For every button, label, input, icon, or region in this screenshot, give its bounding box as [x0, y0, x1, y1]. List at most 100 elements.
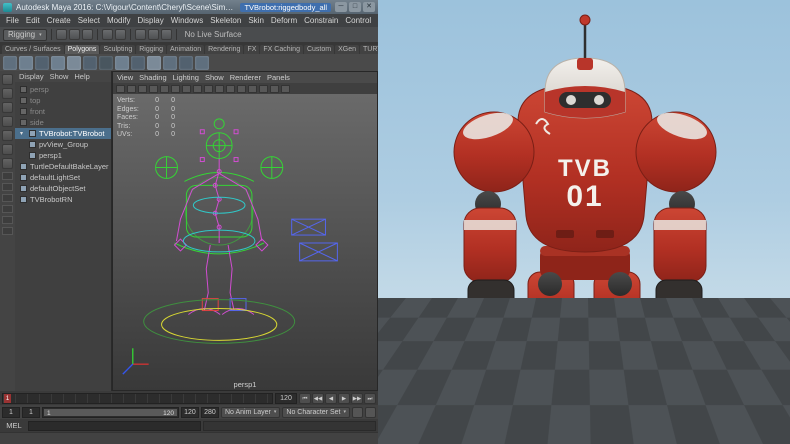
outliner-item-top[interactable]: top: [15, 95, 111, 106]
shelf-tab-fx[interactable]: FX: [244, 45, 259, 54]
tool-select-icon[interactable]: [2, 74, 13, 85]
field-chart-icon[interactable]: [193, 85, 202, 93]
bookmark-icon[interactable]: [127, 85, 136, 93]
menu-display[interactable]: Display: [138, 16, 164, 25]
tool-last-used-icon[interactable]: [2, 158, 13, 169]
auto-keyframe-icon[interactable]: [352, 407, 363, 418]
shelf-tab-animation[interactable]: Animation: [167, 45, 204, 54]
anim-layer-dropdown[interactable]: No Anim Layer ▾: [221, 407, 280, 418]
shelf-tab-sculpting[interactable]: Sculpting: [100, 45, 135, 54]
character-set-dropdown[interactable]: No Character Set ▾: [282, 407, 350, 418]
tool-scale-icon[interactable]: [2, 144, 13, 155]
safe-title-icon[interactable]: [215, 85, 224, 93]
go-to-start-button[interactable]: ⏮: [299, 393, 311, 404]
shelf-tab-rendering[interactable]: Rendering: [205, 45, 243, 54]
shelf-tab-curves-surfaces[interactable]: Curves / Surfaces: [2, 45, 64, 54]
outliner-menu-display[interactable]: Display: [19, 72, 44, 81]
vp-menu-panels[interactable]: Panels: [267, 73, 290, 82]
vp-menu-show[interactable]: Show: [205, 73, 224, 82]
menu-create[interactable]: Create: [47, 16, 71, 25]
menu-select[interactable]: Select: [78, 16, 100, 25]
outliner-item-default-object-set[interactable]: defaultObjectSet: [15, 183, 111, 194]
shelf-icon-helix[interactable]: [147, 56, 161, 70]
maya-titlebar[interactable]: Autodesk Maya 2016: C:\Vigour\Content\Ch…: [0, 0, 378, 14]
shelf-icon-torus[interactable]: [67, 56, 81, 70]
shelf-tab-turtle[interactable]: TURTLE: [360, 45, 378, 54]
snap-point-icon[interactable]: [161, 29, 172, 40]
film-gate-icon[interactable]: [160, 85, 169, 93]
outliner-item-side[interactable]: side: [15, 117, 111, 128]
new-scene-icon[interactable]: [56, 29, 67, 40]
camera-attrs-icon[interactable]: [116, 85, 125, 93]
playback-end-field[interactable]: 120: [181, 407, 199, 418]
outliner-menu-help[interactable]: Help: [74, 72, 89, 81]
shelf-icon-soccer[interactable]: [163, 56, 177, 70]
menu-edit[interactable]: Edit: [26, 16, 40, 25]
open-scene-icon[interactable]: [69, 29, 80, 40]
shelf-tab-custom[interactable]: Custom: [304, 45, 334, 54]
vp-menu-lighting[interactable]: Lighting: [173, 73, 199, 82]
textured-mode-icon[interactable]: [248, 85, 257, 93]
time-slider-track[interactable]: 1: [2, 393, 273, 404]
layout-persp-graph-button[interactable]: [2, 205, 13, 213]
menu-control[interactable]: Control: [345, 16, 371, 25]
step-back-key-button[interactable]: ◀◀: [312, 393, 324, 404]
tool-move-icon[interactable]: [2, 116, 13, 127]
lighting-toggle-icon[interactable]: [259, 85, 268, 93]
shelf-icon-cylinder[interactable]: [35, 56, 49, 70]
step-forward-key-button[interactable]: ▶▶: [351, 393, 363, 404]
menu-skeleton[interactable]: Skeleton: [210, 16, 241, 25]
snap-curve-icon[interactable]: [148, 29, 159, 40]
engine-render-viewport[interactable]: TVB 01: [378, 0, 790, 444]
play-forward-button[interactable]: ▶: [338, 393, 350, 404]
current-frame-field[interactable]: 120: [275, 393, 297, 404]
shelf-icon-gear[interactable]: [115, 56, 129, 70]
menu-constrain[interactable]: Constrain: [304, 16, 338, 25]
outliner-item-tvbrobot-rn[interactable]: TVBrobotRN: [15, 194, 111, 205]
snap-grid-icon[interactable]: [135, 29, 146, 40]
outliner-item-pvview-group[interactable]: pvView_Group: [15, 139, 111, 150]
outliner-item-persp1[interactable]: persp1: [15, 150, 111, 161]
save-scene-icon[interactable]: [82, 29, 93, 40]
outliner-item-default-light-set[interactable]: defaultLightSet: [15, 172, 111, 183]
safe-action-icon[interactable]: [204, 85, 213, 93]
vp-menu-view[interactable]: View: [117, 73, 133, 82]
resolution-gate-icon[interactable]: [171, 85, 180, 93]
layout-four-pane-button[interactable]: [2, 183, 13, 191]
outliner-item-tvbrobot[interactable]: ▾TVBrobot:TVBrobot: [15, 128, 111, 139]
layout-persp-outliner-button[interactable]: [2, 194, 13, 202]
outliner-menu-show[interactable]: Show: [50, 72, 69, 81]
shelf-tab-xgen[interactable]: XGen: [335, 45, 359, 54]
shaded-mode-icon[interactable]: [237, 85, 246, 93]
tool-rotate-icon[interactable]: [2, 130, 13, 141]
undo-icon[interactable]: [102, 29, 113, 40]
expand-arrow-icon[interactable]: ▾: [20, 130, 26, 137]
current-time-marker[interactable]: 1: [4, 394, 11, 403]
layout-hypershade-button[interactable]: [2, 216, 13, 224]
vp-menu-shading[interactable]: Shading: [139, 73, 167, 82]
animation-preferences-icon[interactable]: [365, 407, 376, 418]
shelf-icon-platonic[interactable]: [179, 56, 193, 70]
maximize-button[interactable]: □: [349, 2, 361, 12]
viewport-canvas[interactable]: Verts:00 Edges:00 Faces:00 Tris:00 UVs:0…: [113, 94, 377, 390]
shelf-icon-cone[interactable]: [51, 56, 65, 70]
playback-start-field[interactable]: 1: [22, 407, 40, 418]
range-slider-track[interactable]: 1 120: [42, 407, 179, 418]
minimize-button[interactable]: ─: [335, 2, 347, 12]
outliner-item-turtle-bake-layer[interactable]: TurtleDefaultBakeLayer: [15, 161, 111, 172]
shelf-tab-polygons[interactable]: Polygons: [65, 45, 100, 54]
wireframe-mode-icon[interactable]: [226, 85, 235, 93]
close-button[interactable]: ✕: [363, 2, 375, 12]
layout-single-pane-button[interactable]: [2, 172, 13, 180]
range-slider-handle[interactable]: 1 120: [44, 409, 177, 416]
shelf-icon-sphere[interactable]: [3, 56, 17, 70]
shelf-icon-disc[interactable]: [99, 56, 113, 70]
shelf-icon-pipe[interactable]: [131, 56, 145, 70]
gate-mask-icon[interactable]: [182, 85, 191, 93]
outliner-item-persp[interactable]: persp: [15, 84, 111, 95]
layout-custom-button[interactable]: [2, 227, 13, 235]
go-to-end-button[interactable]: ⏭: [364, 393, 376, 404]
menu-deform[interactable]: Deform: [271, 16, 297, 25]
xray-icon[interactable]: [281, 85, 290, 93]
menu-modify[interactable]: Modify: [107, 16, 131, 25]
